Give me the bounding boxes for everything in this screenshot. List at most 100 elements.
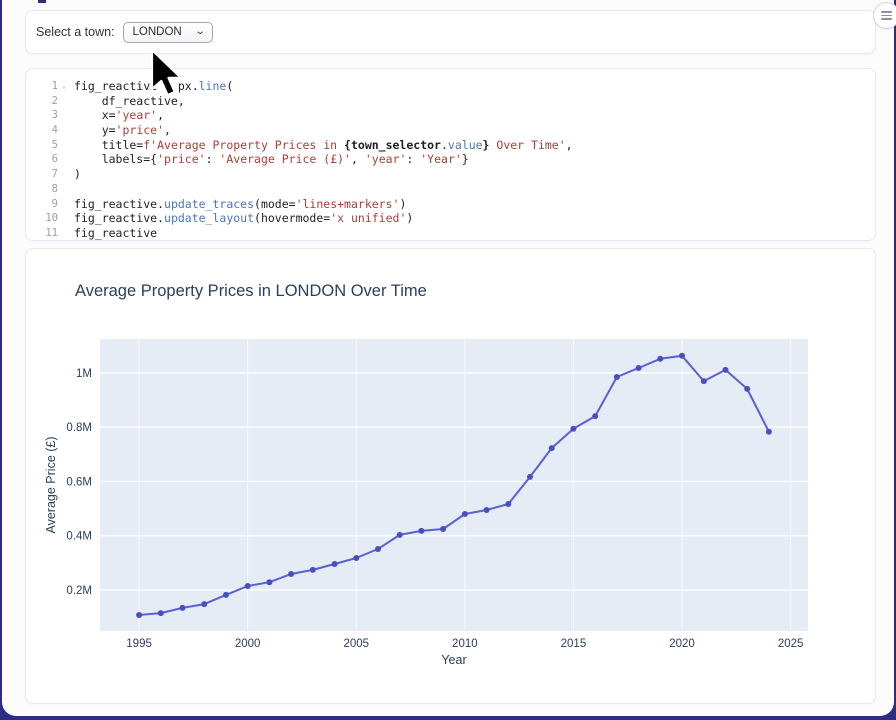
hamburger-menu-icon xyxy=(881,11,892,20)
line-number: 10 xyxy=(32,211,58,226)
data-point[interactable] xyxy=(223,592,229,598)
code-text: x='year', xyxy=(70,108,164,123)
y-tick-label: 1M xyxy=(76,368,92,380)
code-text: labels={'price': 'Average Price (£)', 'y… xyxy=(70,152,469,167)
x-tick-label: 2025 xyxy=(778,638,804,650)
cell-town-selector: Select a town: LONDON ⌄ xyxy=(25,10,876,54)
gutter-spacer xyxy=(58,197,70,212)
line-number: 3 xyxy=(32,108,58,123)
data-point[interactable] xyxy=(397,532,403,538)
data-point[interactable] xyxy=(679,353,685,359)
line-number: 8 xyxy=(32,182,58,197)
code-line: 8 xyxy=(32,182,867,197)
line-number: 1 xyxy=(32,79,58,94)
code-text: df_reactive, xyxy=(70,94,185,109)
code-line: 7) xyxy=(32,167,867,182)
code-line: 6 labels={'price': 'Average Price (£)', … xyxy=(32,152,867,167)
data-point[interactable] xyxy=(136,612,142,618)
y-tick-label: 0.2M xyxy=(66,585,92,597)
data-point[interactable] xyxy=(657,356,663,362)
gutter-spacer xyxy=(58,226,70,241)
code-text: fig_reactive xyxy=(70,226,157,241)
code-text: fig_reactive.update_traces(mode='lines+m… xyxy=(70,197,406,212)
town-dropdown[interactable]: LONDON ⌄ xyxy=(123,22,214,43)
data-point[interactable] xyxy=(462,511,468,517)
data-point[interactable] xyxy=(201,601,207,607)
data-point[interactable] xyxy=(180,605,186,611)
data-point[interactable] xyxy=(766,429,772,435)
line-number: 6 xyxy=(32,152,58,167)
line-number: 2 xyxy=(32,94,58,109)
chart-title: Average Property Prices in LONDON Over T… xyxy=(75,282,427,300)
gutter-spacer xyxy=(58,152,70,167)
gutter-spacer xyxy=(58,182,70,197)
code-line: 5 title=f'Average Property Prices in {to… xyxy=(32,138,867,153)
gutter-spacer xyxy=(58,138,70,153)
code-line: 9 fig_reactive.update_traces(mode='lines+… xyxy=(32,197,867,212)
code-line: 3 x='year', xyxy=(32,108,867,123)
x-tick-label: 2010 xyxy=(452,638,478,650)
code-lines: 1⌄fig_reactive = px.line(2 df_reactive,3… xyxy=(32,79,867,241)
data-point[interactable] xyxy=(527,474,533,480)
data-point[interactable] xyxy=(332,561,338,567)
line-number: 11 xyxy=(32,226,58,241)
data-point[interactable] xyxy=(353,555,359,561)
data-point[interactable] xyxy=(744,386,750,392)
data-point[interactable] xyxy=(158,610,164,616)
data-point[interactable] xyxy=(701,378,707,384)
cut-off-element-fragment xyxy=(38,0,46,3)
data-point[interactable] xyxy=(266,579,272,585)
y-tick-label: 0.8M xyxy=(66,422,92,434)
chevron-down-icon[interactable]: ⌄ xyxy=(58,79,70,94)
x-tick-label: 2020 xyxy=(669,638,695,650)
town-selector-label: Select a town: xyxy=(36,25,115,39)
line-number: 4 xyxy=(32,123,58,138)
code-text: fig_reactive.update_layout(hovermode='x … xyxy=(70,211,413,226)
gutter-spacer xyxy=(58,123,70,138)
code-line: 4 y='price', xyxy=(32,123,867,138)
code-text: fig_reactive = px.line( xyxy=(70,79,233,94)
line-number: 7 xyxy=(32,167,58,182)
data-point[interactable] xyxy=(636,365,642,371)
y-axis-title: Average Price (£) xyxy=(44,436,58,533)
notebook-page: Select a town: LONDON ⌄ 1⌄fig_reactive =… xyxy=(2,0,894,716)
data-point[interactable] xyxy=(440,526,446,532)
code-line: 11 fig_reactive xyxy=(32,226,867,241)
data-point[interactable] xyxy=(288,571,294,577)
data-point[interactable] xyxy=(723,367,729,373)
y-tick-label: 0.6M xyxy=(66,476,92,488)
code-text: title=f'Average Property Prices in {town… xyxy=(70,138,573,153)
code-text: y='price', xyxy=(70,123,171,138)
x-tick-label: 1995 xyxy=(126,638,152,650)
data-point[interactable] xyxy=(310,567,316,573)
x-tick-label: 2015 xyxy=(561,638,587,650)
data-point[interactable] xyxy=(375,546,381,552)
x-tick-label: 2000 xyxy=(235,638,261,650)
code-line: 2 df_reactive, xyxy=(32,94,867,109)
data-point[interactable] xyxy=(549,445,555,451)
data-point[interactable] xyxy=(418,528,424,534)
data-point[interactable] xyxy=(570,426,576,432)
code-line: 1⌄fig_reactive = px.line( xyxy=(32,79,867,94)
x-tick-label: 2005 xyxy=(343,638,369,650)
chevron-down-icon: ⌄ xyxy=(194,27,205,37)
code-line: 10 fig_reactive.update_layout(hovermode='… xyxy=(32,211,867,226)
data-point[interactable] xyxy=(245,583,251,589)
data-point[interactable] xyxy=(614,374,620,380)
menu-button[interactable] xyxy=(873,2,896,29)
data-point[interactable] xyxy=(484,507,490,513)
line-number: 9 xyxy=(32,197,58,212)
town-dropdown-value: LONDON xyxy=(133,26,182,38)
code-text xyxy=(70,182,74,197)
data-point[interactable] xyxy=(505,501,511,507)
app-background: { "colors": { "app_background": "#2e2b85… xyxy=(0,0,896,720)
property-price-chart[interactable]: Average Property Prices in LONDON Over T… xyxy=(26,249,875,703)
gutter-spacer xyxy=(58,108,70,123)
cell-code-editor[interactable]: 1⌄fig_reactive = px.line(2 df_reactive,3… xyxy=(25,68,876,241)
code-text: ) xyxy=(70,167,81,182)
cell-chart-output: Average Property Prices in LONDON Over T… xyxy=(25,248,876,704)
data-point[interactable] xyxy=(592,413,598,419)
gutter-spacer xyxy=(58,167,70,182)
gutter-spacer xyxy=(58,211,70,226)
x-axis-title: Year xyxy=(441,653,466,667)
